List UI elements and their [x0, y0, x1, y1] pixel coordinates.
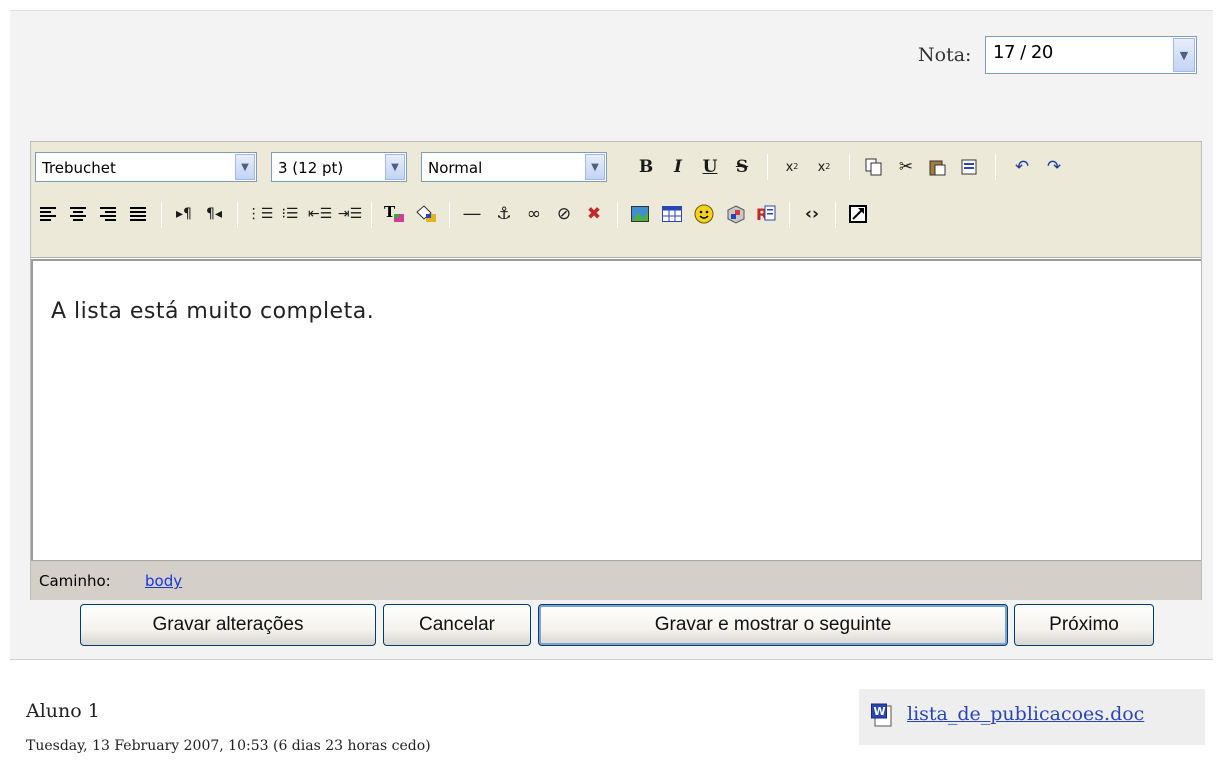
bold-icon[interactable]: B	[631, 153, 661, 181]
student-name: Aluno 1	[26, 700, 100, 722]
path-body-link[interactable]: body	[145, 572, 182, 590]
horizontal-rule-icon[interactable]: ―	[457, 200, 487, 228]
fullscreen-icon[interactable]	[843, 200, 873, 228]
font-size-select[interactable]: 3 (12 pt) ▼	[271, 152, 407, 182]
justify-icon[interactable]	[123, 200, 153, 228]
editor-content-area[interactable]: A lista está muito completa.	[31, 259, 1201, 560]
table-icon[interactable]	[657, 200, 687, 228]
submission-timestamp: Tuesday, 13 February 2007, 10:53 (6 dias…	[26, 738, 431, 754]
underline-icon[interactable]: U	[695, 153, 725, 181]
submission-file-link[interactable]: lista_de_publicacoes.doc	[907, 703, 1144, 725]
copy-icon[interactable]	[859, 153, 889, 181]
undo-icon[interactable]: ↶	[1007, 153, 1037, 181]
background-color-icon[interactable]	[411, 200, 441, 228]
paragraph-format-select[interactable]: Normal ▼	[421, 152, 607, 182]
italic-icon[interactable]: I	[663, 153, 693, 181]
no-link-icon[interactable]: ✖	[579, 200, 609, 228]
cancel-button[interactable]: Cancelar	[383, 604, 531, 646]
chevron-down-icon[interactable]: ▼	[235, 154, 255, 180]
word-document-icon: W	[871, 703, 895, 733]
html-source-icon[interactable]: ‹›	[797, 200, 827, 228]
save-and-next-button[interactable]: Gravar e mostrar o seguinte	[538, 604, 1008, 646]
cut-icon[interactable]: ✂	[891, 153, 921, 181]
path-label: Caminho:	[39, 572, 111, 590]
editor-content-text: A lista está muito completa.	[51, 299, 375, 324]
align-right-icon[interactable]	[93, 200, 123, 228]
subscript-icon[interactable]: x2	[777, 153, 807, 181]
unlink-icon[interactable]: ⊘	[549, 200, 579, 228]
next-button[interactable]: Próximo	[1014, 604, 1154, 646]
smiley-icon[interactable]	[689, 200, 719, 228]
outdent-icon[interactable]: ⇤☰	[305, 200, 335, 228]
chevron-down-icon[interactable]: ▼	[1173, 38, 1195, 72]
paste-icon[interactable]	[923, 153, 953, 181]
paragraph-format-value: Normal	[428, 159, 483, 177]
link-icon[interactable]: ∞	[519, 200, 549, 228]
font-size-value: 3 (12 pt)	[278, 159, 344, 177]
search-replace-icon[interactable]: R	[751, 200, 781, 228]
editor-toolbar: Trebuchet ▼ 3 (12 pt) ▼ Normal ▼ B I U S…	[31, 142, 1201, 258]
font-family-select[interactable]: Trebuchet ▼	[35, 152, 257, 182]
unordered-list-icon[interactable]: ⁝☰	[275, 200, 305, 228]
align-center-icon[interactable]	[63, 200, 93, 228]
anchor-icon[interactable]: ⚓	[489, 200, 519, 228]
chevron-down-icon[interactable]: ▼	[585, 154, 605, 180]
image-icon[interactable]	[625, 200, 655, 228]
rtl-icon[interactable]: ¶◂	[199, 200, 229, 228]
strikethrough-icon[interactable]: S	[727, 153, 757, 181]
svg-text:W: W	[874, 705, 886, 718]
redo-icon[interactable]: ↷	[1039, 153, 1069, 181]
special-char-icon[interactable]	[721, 200, 751, 228]
save-button[interactable]: Gravar alterações	[80, 604, 376, 646]
paste-word-icon[interactable]	[955, 153, 985, 181]
ltr-icon[interactable]: ▸¶	[169, 200, 199, 228]
ordered-list-icon[interactable]: ⋮☰	[245, 200, 275, 228]
grade-label: Nota:	[918, 44, 972, 66]
align-left-icon[interactable]	[33, 200, 63, 228]
submission-file: W lista_de_publicacoes.doc	[859, 689, 1205, 745]
chevron-down-icon[interactable]: ▼	[385, 154, 405, 180]
text-color-icon[interactable]: T	[379, 200, 409, 228]
font-family-value: Trebuchet	[42, 159, 116, 177]
rich-text-editor: Trebuchet ▼ 3 (12 pt) ▼ Normal ▼ B I U S…	[30, 141, 1202, 600]
indent-icon[interactable]: ⇥☰	[335, 200, 365, 228]
editor-statusbar: Caminho: body	[31, 560, 1201, 600]
superscript-icon[interactable]: x2	[809, 153, 839, 181]
grade-select[interactable]: 17 / 20 ▼	[985, 36, 1197, 74]
grade-select-value: 17 / 20	[993, 42, 1053, 63]
